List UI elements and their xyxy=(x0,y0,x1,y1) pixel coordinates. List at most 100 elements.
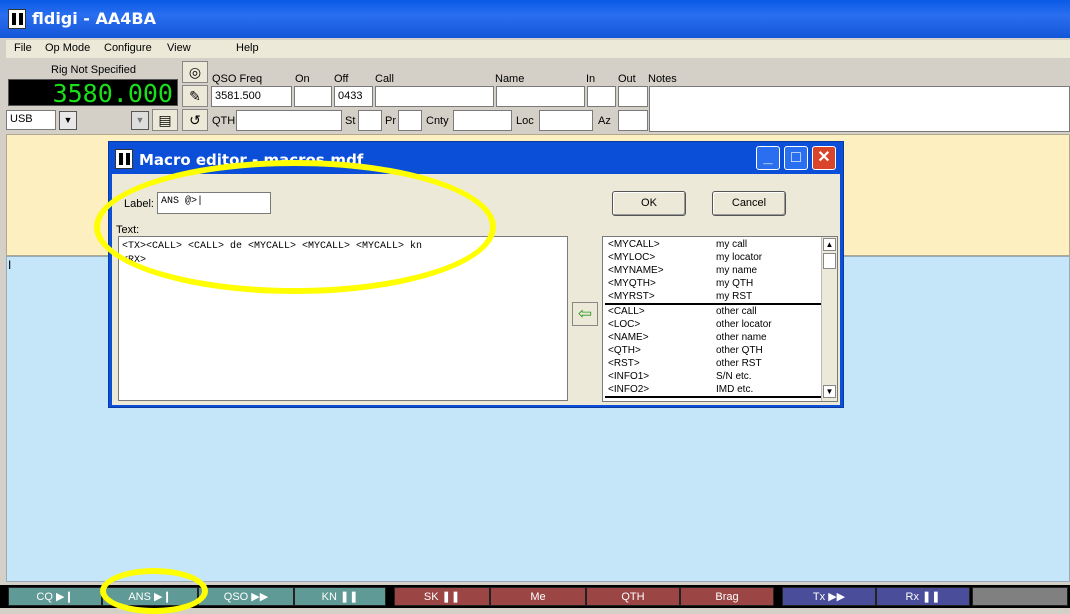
macro-label: QTH xyxy=(621,591,645,603)
tag-item[interactable]: <INFO1> S/N etc. xyxy=(608,371,820,384)
call-input[interactable] xyxy=(375,86,494,107)
rig-name: Rig Not Specified xyxy=(51,64,136,76)
tag-desc: other locator xyxy=(716,319,772,330)
menu-view[interactable]: View xyxy=(167,42,191,54)
macro-tag-list[interactable]: <MYCALL> my call <MYLOC> my locator <MYNAM… xyxy=(602,236,838,402)
macro-button-ans[interactable]: ANS ▶❙ xyxy=(102,587,198,606)
close-icon[interactable]: ✕ xyxy=(812,146,836,170)
tag-desc: other RST xyxy=(716,358,762,369)
save-log-icon[interactable]: ↺ xyxy=(182,109,208,131)
macro-button-qso[interactable]: QSO ▶▶ xyxy=(198,587,294,606)
menu-file[interactable]: File xyxy=(14,42,32,54)
tag-key: <MYQTH> xyxy=(608,278,656,289)
cancel-button[interactable]: Cancel xyxy=(712,191,786,216)
menu-help[interactable]: Help xyxy=(236,42,259,54)
locator-input[interactable] xyxy=(539,110,593,131)
clear-broom-icon[interactable]: ✎ xyxy=(182,85,208,107)
county-input[interactable] xyxy=(453,110,512,131)
freq-lookup-icon[interactable]: ◎ xyxy=(182,61,208,83)
qso-freq-input[interactable]: 3581.500 xyxy=(211,86,292,107)
tag-desc: my call xyxy=(716,239,748,250)
tag-separator xyxy=(605,303,821,305)
frequency-display[interactable]: 3580.000 xyxy=(8,79,178,107)
tag-item[interactable]: <NAME> other name xyxy=(608,332,820,345)
macro-label: Brag xyxy=(715,591,739,603)
tag-desc: other call xyxy=(716,306,757,317)
macro-button-kn[interactable]: KN ❚❚ xyxy=(294,587,386,606)
fast-forward-icon: ▶▶ xyxy=(828,591,846,603)
name-input[interactable] xyxy=(496,86,585,107)
mode-dropdown-icon[interactable]: ▼ xyxy=(59,111,77,130)
macro-button-qth[interactable]: QTH xyxy=(586,587,680,606)
tag-desc: my QTH xyxy=(716,278,754,289)
dialog-body: Label: ANS @>| Text: <TX><CALL> <CALL> d… xyxy=(112,174,840,405)
tag-key: <QTH> xyxy=(608,345,641,356)
pause-icon: ❚❚ xyxy=(922,591,941,603)
tag-item[interactable]: <RST> other RST xyxy=(608,358,820,371)
macro-label: Me xyxy=(530,591,546,603)
tag-item[interactable]: <QTH> other QTH xyxy=(608,345,820,358)
dialog-title: Macro editor - macros.mdf xyxy=(139,151,364,169)
text-caption: Text: xyxy=(116,224,140,236)
tag-key: <INFO1> xyxy=(608,371,650,382)
macro-label: Rx xyxy=(905,591,919,603)
tag-item[interactable]: <CALL> other call xyxy=(608,306,820,319)
tag-desc: my locator xyxy=(716,252,763,263)
state-input[interactable] xyxy=(358,110,382,131)
scroll-up-icon[interactable]: ▲ xyxy=(823,238,836,251)
play-pause-icon: ▶❙ xyxy=(154,591,172,603)
macro-button-cq[interactable]: CQ ▶❙ xyxy=(8,587,102,606)
maximize-icon[interactable]: □ xyxy=(784,146,808,170)
tag-desc: other name xyxy=(716,332,767,343)
qth-input[interactable] xyxy=(236,110,342,131)
macro-button-me[interactable]: Me xyxy=(490,587,586,606)
tag-list-scrollbar[interactable]: ▲ ▼ xyxy=(821,237,837,401)
macro-label: QSO xyxy=(223,591,249,603)
minimize-icon[interactable]: _ xyxy=(756,146,780,170)
rst-out-input[interactable] xyxy=(618,86,648,107)
azimuth-input[interactable] xyxy=(618,110,648,131)
macro-button-tx[interactable]: Tx ▶▶ xyxy=(782,587,876,606)
macro-button-brag[interactable]: Brag xyxy=(680,587,774,606)
pause-icon: ❚❚ xyxy=(339,591,359,603)
notes-input[interactable] xyxy=(649,86,1070,132)
in-label: In xyxy=(586,73,596,85)
off-time-input[interactable]: 0433 xyxy=(334,86,373,107)
tag-item[interactable]: <MYQTH> my QTH xyxy=(608,278,820,291)
notes-label: Notes xyxy=(648,73,677,85)
tag-key: <CALL> xyxy=(608,306,645,317)
out-label: Out xyxy=(618,73,636,85)
tag-key: <MYLOC> xyxy=(608,252,656,263)
macro-button-empty[interactable] xyxy=(972,587,1068,606)
menu-op-mode[interactable]: Op Mode xyxy=(45,42,90,54)
tag-item[interactable]: <MYCALL> my call xyxy=(608,239,820,252)
pause-icon: ❚❚ xyxy=(441,591,461,603)
menu-configure[interactable]: Configure xyxy=(104,42,152,54)
bandwidth-dropdown-icon[interactable]: ▼ xyxy=(131,111,149,130)
rig-config-icon[interactable]: ▤ xyxy=(152,109,178,131)
off-label: Off xyxy=(334,73,349,85)
province-input[interactable] xyxy=(398,110,422,131)
macro-label: ANS xyxy=(128,591,151,603)
tag-item[interactable]: <MYLOC> my locator xyxy=(608,252,820,265)
label-caption: Label: xyxy=(124,198,154,210)
macro-label-input[interactable]: ANS @>| xyxy=(157,192,271,214)
tag-separator xyxy=(605,396,821,398)
rst-in-input[interactable] xyxy=(587,86,616,107)
insert-tag-arrow-icon[interactable]: ⇦ xyxy=(572,302,598,326)
scroll-thumb[interactable] xyxy=(823,253,836,269)
title-bar: fldigi - AA4BA xyxy=(0,0,1070,38)
tag-item[interactable]: <MYNAME> my name xyxy=(608,265,820,278)
az-label: Az xyxy=(598,115,611,127)
scroll-down-icon[interactable]: ▼ xyxy=(823,385,836,398)
tag-item[interactable]: <LOC> other locator xyxy=(608,319,820,332)
ok-button[interactable]: OK xyxy=(612,191,686,216)
tag-desc: IMD etc. xyxy=(716,384,754,395)
macro-button-rx[interactable]: Rx ❚❚ xyxy=(876,587,970,606)
loc-label: Loc xyxy=(516,115,534,127)
on-time-input[interactable] xyxy=(294,86,332,107)
macro-button-sk[interactable]: SK ❚❚ xyxy=(394,587,490,606)
mode-select[interactable]: USB xyxy=(6,110,56,130)
macro-text-input[interactable]: <TX><CALL> <CALL> de <MYCALL> <MYCALL> <… xyxy=(118,236,568,401)
tag-key: <MYCALL> xyxy=(608,239,660,250)
